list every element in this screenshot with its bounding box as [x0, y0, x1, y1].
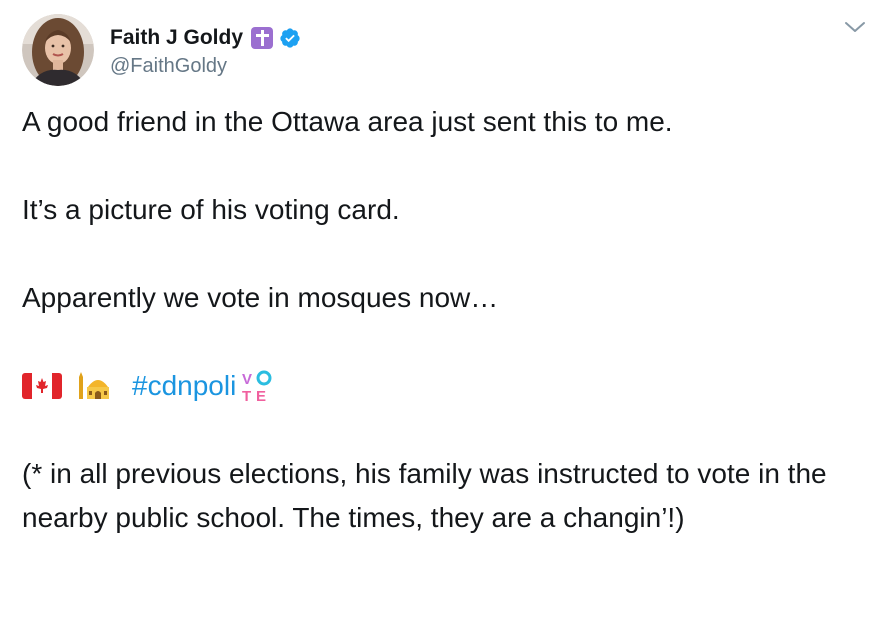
latin-cross-icon — [251, 26, 274, 49]
tweet-line-1: A good friend in the Ottawa area just se… — [22, 106, 673, 137]
author-handle[interactable]: @FaithGoldy — [110, 55, 301, 78]
hashtag-link[interactable]: #cdnpoli — [132, 364, 236, 408]
tweet-card: Faith J Goldy @FaithGoldy A good friend … — [0, 0, 894, 618]
tweet-line-2: It’s a picture of his voting card. — [22, 194, 400, 225]
svg-text:E: E — [256, 388, 266, 404]
verified-badge-icon — [280, 27, 300, 48]
tweet-text: A good friend in the Ottawa area just se… — [22, 100, 872, 540]
emoji-hashtag-row: #cdnpoli V T E — [22, 364, 872, 408]
vote-icon: V T E — [242, 370, 272, 404]
author-names: Faith J Goldy @FaithGoldy — [110, 23, 301, 78]
chevron-down-icon[interactable] — [844, 20, 866, 34]
svg-text:V: V — [242, 371, 252, 388]
tweet-header: Faith J Goldy @FaithGoldy — [22, 14, 301, 86]
mosque-icon — [79, 372, 109, 399]
tweet-line-3: Apparently we vote in mosques now… — [22, 282, 499, 313]
name-row: Faith J Goldy — [110, 23, 301, 53]
svg-text:T: T — [242, 388, 251, 404]
display-name[interactable]: Faith J Goldy — [110, 26, 243, 50]
canada-flag-icon — [22, 373, 62, 399]
avatar[interactable] — [22, 14, 94, 86]
tweet-line-4: (* in all previous elections, his family… — [22, 458, 835, 533]
